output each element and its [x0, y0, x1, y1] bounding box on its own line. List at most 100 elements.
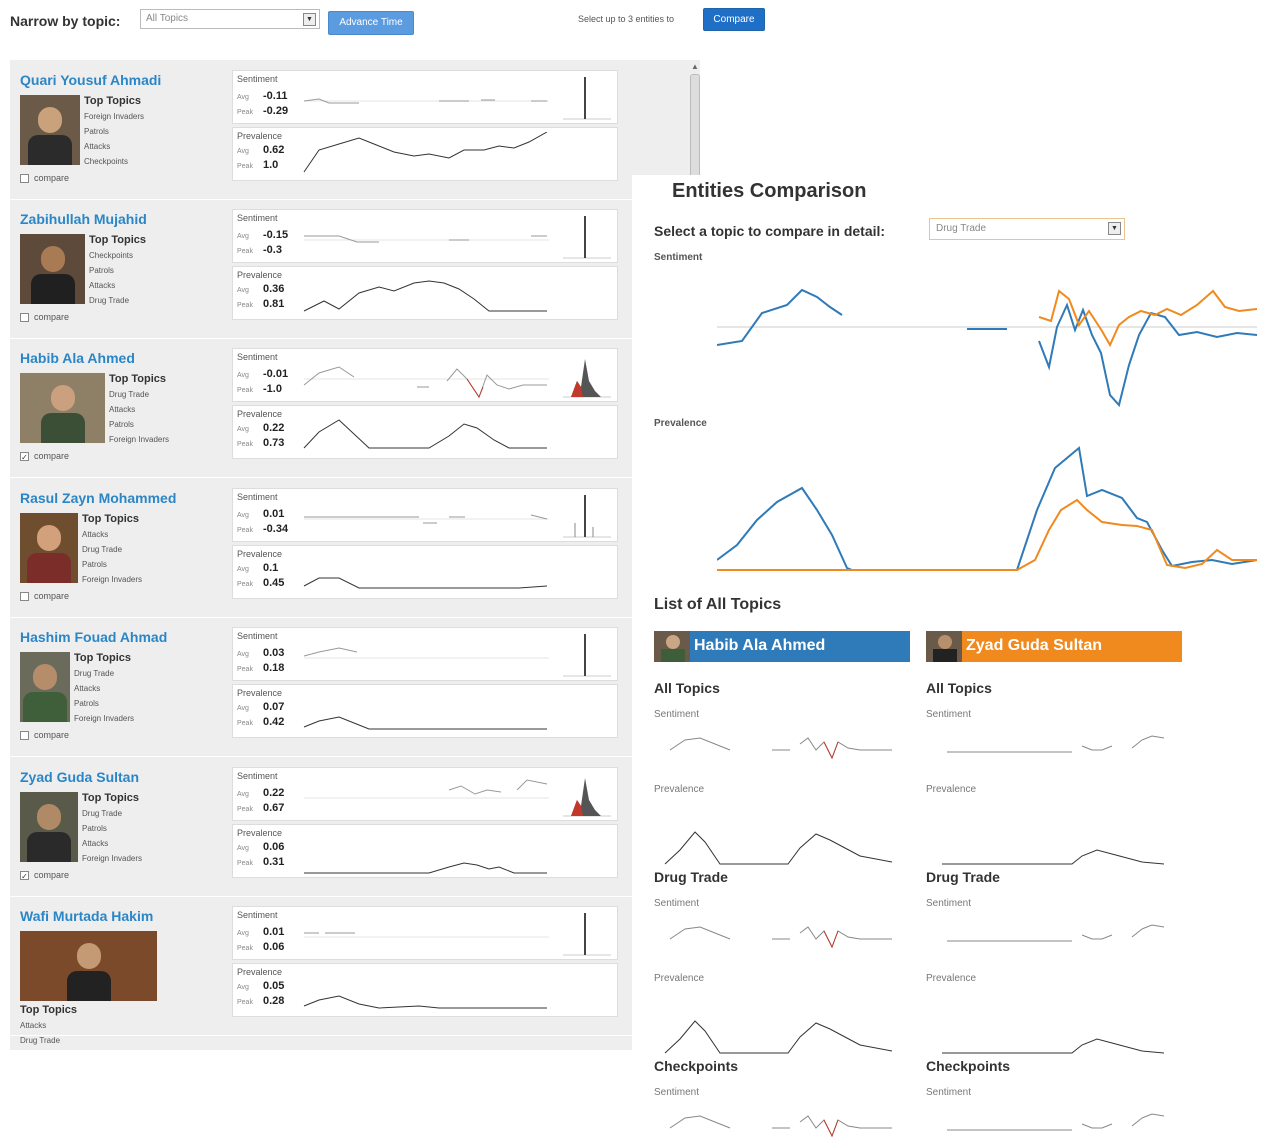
- prevalence-label: Prevalence: [237, 270, 283, 280]
- topic-item[interactable]: Patrols: [82, 560, 107, 569]
- compare-checkbox[interactable]: ✓: [20, 871, 29, 881]
- topic-item[interactable]: Drug Trade: [89, 296, 129, 305]
- topic-item[interactable]: Attacks: [82, 530, 108, 539]
- topic-item[interactable]: Foreign Invaders: [82, 575, 142, 584]
- compare-checkbox[interactable]: [20, 592, 29, 601]
- compare-checkbox[interactable]: [20, 731, 29, 740]
- entity-name-link[interactable]: Zabihullah Mujahid: [20, 211, 147, 227]
- topic-item[interactable]: Patrols: [84, 127, 109, 136]
- topic-item[interactable]: Attacks: [82, 839, 108, 848]
- mini-sentiment-chart: [947, 1113, 1165, 1131]
- prevalence-sparkline: [303, 577, 548, 589]
- sentiment-peak-value: 0.06: [263, 941, 285, 953]
- top-topics-title: Top Topics: [82, 513, 140, 525]
- topic-filter-select[interactable]: All Topics ▼: [140, 9, 320, 29]
- compare-label: compare: [34, 312, 70, 322]
- entity-b-header: Zyad Guda Sultan: [926, 631, 1182, 662]
- sentiment-chart-box: Sentiment Avg 0.03 Peak 0.18: [232, 627, 618, 681]
- topic-item[interactable]: Patrols: [82, 824, 107, 833]
- compare-checkbox[interactable]: ✓: [20, 452, 29, 462]
- top-topics-title: Top Topics: [109, 373, 167, 385]
- compare-button[interactable]: Compare: [703, 8, 765, 31]
- select-entities-hint: Select up to 3 entities to: [578, 14, 675, 24]
- entity-name-link[interactable]: Wafi Murtada Hakim: [20, 908, 153, 924]
- sentiment-chart-box: Sentiment Avg 0.01 Peak 0.06: [232, 906, 618, 960]
- prevalence-chart-box: Prevalence Avg 0.62 Peak 1.0: [232, 127, 618, 181]
- entity-row[interactable]: Quari Yousuf Ahmadi Top Topics Foreign In…: [10, 60, 700, 200]
- avg-label: Avg: [237, 791, 249, 798]
- topic-section-title: Drug Trade: [654, 869, 728, 885]
- topic-item[interactable]: Foreign Invaders: [109, 435, 169, 444]
- compare-label: compare: [34, 173, 70, 183]
- entity-row[interactable]: Habib Ala Ahmed Top Topics Drug Trade Atta…: [10, 338, 700, 478]
- sentiment-sparkline: [304, 932, 549, 938]
- entity-name-link[interactable]: Zyad Guda Sultan: [20, 769, 139, 785]
- topic-item[interactable]: Patrols: [74, 699, 99, 708]
- topic-section-title: All Topics: [926, 680, 992, 696]
- topic-section-title: Checkpoints: [926, 1058, 1011, 1074]
- topic-item[interactable]: Drug Trade: [20, 1036, 60, 1045]
- compare-label: compare: [34, 591, 70, 601]
- topic-item[interactable]: Drug Trade: [82, 809, 122, 818]
- chevron-down-icon[interactable]: ▼: [1108, 222, 1121, 235]
- avg-label: Avg: [237, 651, 249, 658]
- avg-label: Avg: [237, 930, 249, 937]
- peak-label: Peak: [237, 163, 253, 170]
- chevron-down-icon[interactable]: ▼: [303, 13, 316, 26]
- sentiment-label: Sentiment: [237, 631, 278, 641]
- sentiment-histogram: [563, 913, 611, 956]
- topic-item[interactable]: Attacks: [109, 405, 135, 414]
- topic-item[interactable]: Drug Trade: [74, 669, 114, 678]
- prevalence-sparkline: [303, 132, 548, 173]
- entity-row[interactable]: Wafi Murtada Hakim Top Topics Attacks Drug…: [10, 896, 700, 1045]
- comparison-prevalence-chart: [717, 446, 1257, 571]
- advance-time-button[interactable]: Advance Time: [328, 11, 414, 35]
- topic-item[interactable]: Attacks: [20, 1021, 46, 1030]
- peak-label: Peak: [237, 806, 253, 813]
- topic-item[interactable]: Patrols: [89, 266, 114, 275]
- mini-sentiment-chart: [669, 737, 892, 760]
- entity-row[interactable]: Rasul Zayn Mohammed Top Topics Attacks Dru…: [10, 478, 700, 618]
- avg-label: Avg: [237, 512, 249, 519]
- sentiment-avg-value: 0.01: [263, 508, 285, 520]
- topic-item[interactable]: Attacks: [84, 142, 110, 151]
- topic-item[interactable]: Drug Trade: [109, 390, 149, 399]
- sentiment-avg-value: -0.15: [263, 229, 289, 241]
- topic-item[interactable]: Foreign Invaders: [74, 714, 134, 723]
- topic-item[interactable]: Drug Trade: [82, 545, 122, 554]
- sentiment-histogram: [563, 359, 611, 398]
- topic-item[interactable]: Patrols: [109, 420, 134, 429]
- sentiment-sparkline: [303, 98, 549, 104]
- entity-name-link[interactable]: Hashim Fouad Ahmad: [20, 629, 167, 645]
- entity-photo: [20, 931, 157, 1001]
- sentiment-avg-value: -0.11: [263, 90, 288, 102]
- top-topics-title: Top Topics: [82, 792, 140, 804]
- entity-row[interactable]: Hashim Fouad Ahmad Top Topics Drug Trade A…: [10, 617, 700, 757]
- prevalence-chart-box: Prevalence Avg 0.22 Peak 0.73: [232, 405, 618, 459]
- topic-item[interactable]: Checkpoints: [84, 157, 128, 166]
- entity-name-link[interactable]: Quari Yousuf Ahmadi: [20, 72, 161, 88]
- prevalence-avg-value: 0.1: [263, 562, 279, 574]
- topic-item[interactable]: Checkpoints: [89, 251, 133, 260]
- topic-item[interactable]: Attacks: [74, 684, 100, 693]
- entity-name-link[interactable]: Rasul Zayn Mohammed: [20, 490, 176, 506]
- entity-row[interactable]: Zyad Guda Sultan Top Topics Drug Trade Pat…: [10, 757, 700, 897]
- mini-sentiment-label: Sentiment: [654, 709, 700, 720]
- compare-checkbox[interactable]: [20, 174, 29, 183]
- entity-name-link[interactable]: Habib Ala Ahmed: [20, 350, 135, 366]
- scroll-up-icon[interactable]: ▲: [691, 62, 699, 71]
- compare-checkbox[interactable]: [20, 313, 29, 322]
- avg-label: Avg: [237, 94, 249, 101]
- top-topics-title: Top Topics: [20, 1004, 78, 1016]
- compare-topic-select[interactable]: Drug Trade ▼: [929, 218, 1125, 240]
- prevalence-peak-value: 0.81: [263, 298, 285, 310]
- prevalence-label: Prevalence: [237, 549, 283, 559]
- topic-item[interactable]: Foreign Invaders: [84, 112, 144, 121]
- topic-item[interactable]: Attacks: [89, 281, 115, 290]
- peak-label: Peak: [237, 302, 253, 309]
- entity-photo: [20, 95, 80, 165]
- entity-row[interactable]: Zabihullah Mujahid Top Topics Checkpoints…: [10, 199, 700, 339]
- topic-item[interactable]: Foreign Invaders: [82, 854, 142, 863]
- narrow-by-topic-label: Narrow by topic:: [10, 13, 121, 29]
- sentiment-label: Sentiment: [237, 492, 278, 502]
